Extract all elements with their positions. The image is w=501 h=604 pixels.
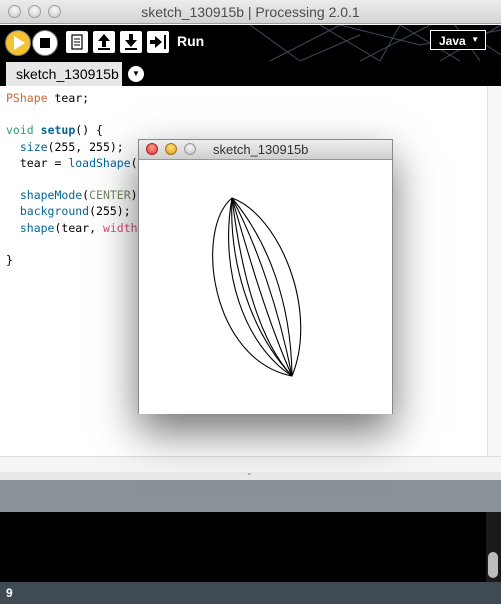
sketch-output-window[interactable]: sketch_130915b [138, 139, 393, 414]
code-line: size(255, 255); [19, 139, 124, 154]
export-button[interactable] [147, 31, 169, 53]
stop-icon [40, 38, 50, 48]
sketch-close-button[interactable] [146, 143, 158, 155]
export-icon [150, 35, 166, 49]
code-line: tear = loadShape( [6, 155, 138, 170]
console-area[interactable] [0, 512, 501, 582]
chevron-down-icon: ▼ [471, 35, 479, 44]
status-bar: 9 [0, 582, 501, 604]
code-line: background(255); [19, 204, 131, 219]
save-icon [125, 34, 137, 50]
code-line: shapeMode(CENTER) [19, 188, 138, 203]
code-text[interactable]: PShape tear; void setup() { size(255, 25… [6, 90, 138, 268]
window-titlebar: sketch_130915b | Processing 2.0.1 [0, 0, 501, 24]
new-sketch-button[interactable] [66, 31, 88, 53]
editor-vertical-scrollbar[interactable] [487, 86, 501, 456]
toolbar: Run Java ▼ [0, 25, 501, 61]
tab-menu-button[interactable]: ▼ [128, 66, 144, 82]
tab-bar: sketch_130915b ▼ [0, 61, 501, 86]
mode-selector[interactable]: Java ▼ [430, 30, 486, 50]
code-line: shape(tear, width [19, 220, 138, 235]
toolbar-status-label: Run [177, 33, 205, 49]
message-area [0, 480, 501, 512]
sketch-window-titlebar[interactable]: sketch_130915b [139, 140, 392, 160]
console-scroll-thumb[interactable] [488, 552, 498, 578]
code-line: void setup() { [6, 123, 103, 138]
run-button[interactable] [5, 30, 31, 56]
line-number: 9 [6, 586, 13, 600]
sketch-canvas[interactable] [139, 160, 392, 414]
window-title: sketch_130915b | Processing 2.0.1 [141, 4, 360, 20]
code-line: PShape tear; [6, 91, 90, 105]
console-scrollbar[interactable] [486, 512, 501, 582]
open-button[interactable] [93, 31, 115, 53]
editor-horizontal-scrollbar[interactable] [0, 456, 501, 472]
stop-button[interactable] [32, 30, 58, 56]
new-sketch-icon [71, 34, 83, 50]
sketch-zoom-button[interactable] [184, 143, 196, 155]
mode-label: Java [439, 34, 466, 48]
sketch-minimize-button[interactable] [165, 143, 177, 155]
tab-sketch[interactable]: sketch_130915b [6, 62, 122, 86]
sketch-window-title: sketch_130915b [213, 142, 309, 157]
leaf-shape-drawing [212, 197, 302, 377]
chevron-down-icon: ▼ [132, 69, 140, 78]
play-icon [14, 36, 25, 50]
code-line: } [6, 253, 13, 268]
open-icon [98, 34, 110, 50]
panel-divider[interactable]: ⌃ [0, 472, 501, 481]
save-button[interactable] [120, 31, 142, 53]
